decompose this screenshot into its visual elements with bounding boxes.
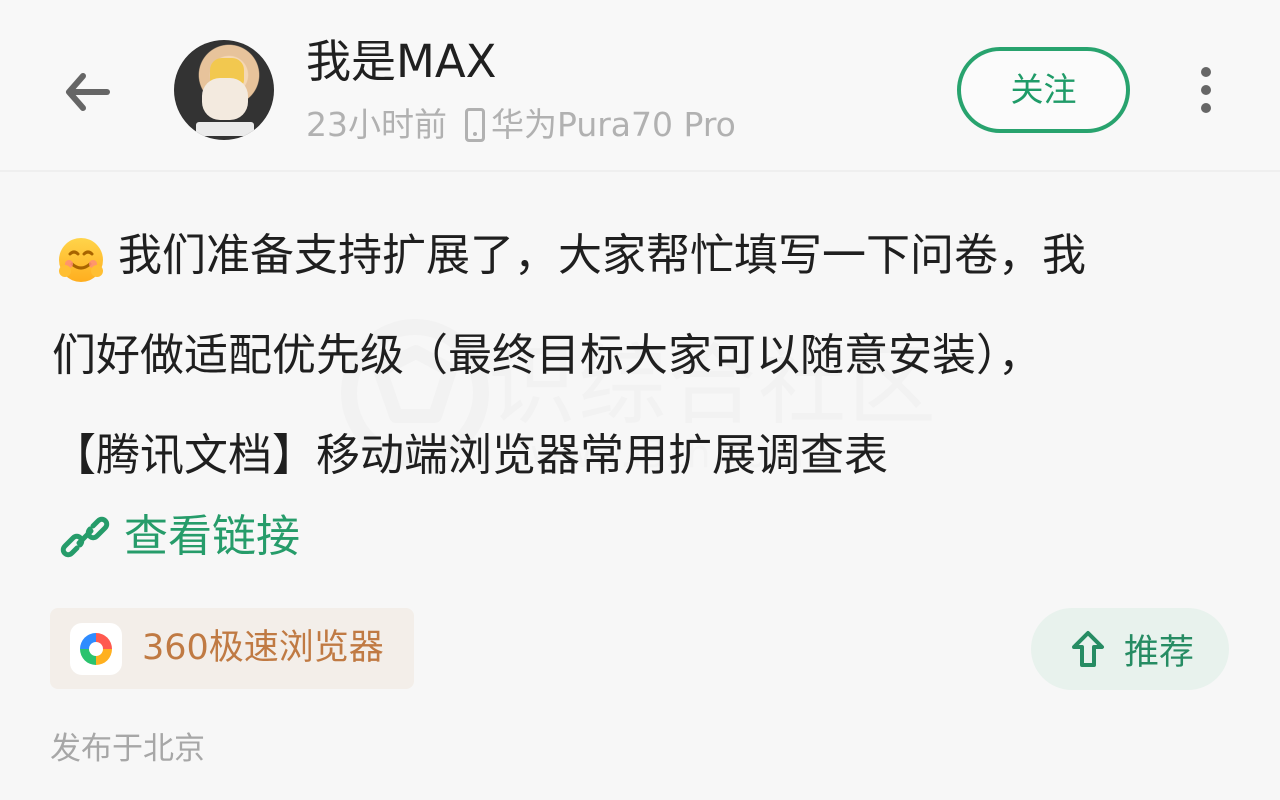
header-divider (0, 170, 1280, 172)
author-name[interactable]: 我是MAX (306, 33, 496, 91)
follow-button[interactable]: 关注 (957, 47, 1130, 133)
view-link-button[interactable]: 查看链接 (60, 507, 300, 567)
back-arrow-icon (66, 73, 110, 111)
view-link-label: 查看链接 (124, 511, 300, 562)
link-icon (60, 516, 110, 558)
more-icon (1201, 67, 1211, 77)
post-line-1: 我们准备支持扩展了，大家帮忙填写一下问卷，我 (52, 206, 1222, 306)
avatar-face (202, 78, 248, 120)
back-button[interactable] (54, 58, 122, 126)
post-line-2: 们好做适配优先级（最终目标大家可以随意安装）， (52, 330, 1042, 381)
recommend-label: 推荐 (1123, 632, 1194, 673)
post-time: 23小时前 (306, 105, 447, 144)
post-page: 我是MAX 23小时前 华为Pura70 Pro 关注 识综合社区 www.i3… (0, 0, 1280, 800)
post-line-3: 【腾讯文档】移动端浏览器常用扩展调查表 (52, 430, 888, 481)
happy-face-icon (52, 224, 110, 282)
phone-icon (465, 108, 485, 142)
avatar[interactable] (174, 40, 274, 140)
post-location: 发布于北京 (50, 731, 205, 767)
more-button[interactable] (1184, 60, 1228, 120)
post-meta: 23小时前 华为Pura70 Pro (306, 103, 736, 147)
recommend-button[interactable]: 推荐 (1031, 608, 1229, 690)
avatar-caption (196, 122, 254, 136)
more-icon-dot-3 (1201, 103, 1211, 113)
post-header: 我是MAX 23小时前 华为Pura70 Pro 关注 (0, 0, 1280, 170)
device-info: 华为Pura70 Pro (465, 103, 736, 147)
browser-logo-icon (70, 622, 122, 675)
post-content: 我们准备支持扩展了，大家帮忙填写一下问卷，我 们好做适配优先级（最终目标大家可以… (52, 206, 1222, 506)
up-arrow-icon (1071, 631, 1104, 667)
device-name: 华为Pura70 Pro (491, 105, 736, 144)
more-icon-dot-2 (1201, 85, 1211, 95)
post-text-line-1: 我们准备支持扩展了，大家帮忙填写一下问卷，我 (118, 230, 1086, 281)
source-app-name: 360极速浏览器 (142, 628, 384, 668)
source-app-chip[interactable]: 360极速浏览器 (50, 608, 414, 689)
